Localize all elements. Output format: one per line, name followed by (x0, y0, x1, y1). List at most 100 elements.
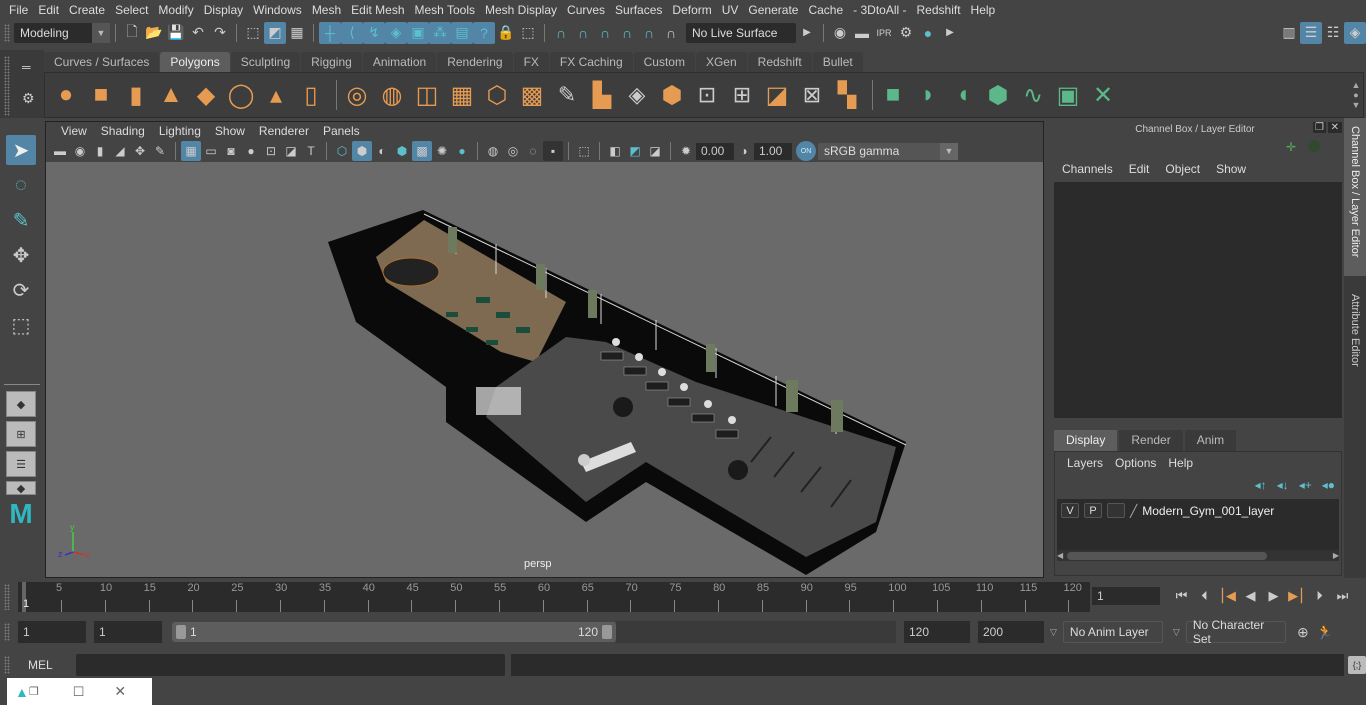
animation-preferences-icon[interactable]: 🏃 (1314, 621, 1336, 643)
layer-menu-help[interactable]: Help (1162, 456, 1199, 470)
snap-vertex-icon[interactable]: ⁂ (429, 21, 451, 44)
new-scene-icon[interactable]: 🗋 (121, 22, 143, 44)
grease-pencil-icon[interactable]: ✎ (150, 141, 170, 161)
scroll-right-icon[interactable]: ▶ (1333, 551, 1339, 560)
screen-space-ao-icon[interactable]: ◍ (483, 141, 503, 161)
display-type-toggle[interactable] (1107, 503, 1125, 518)
fill-hole-icon[interactable]: ▚ (832, 79, 862, 111)
poly-pyramid-icon[interactable]: ▴ (261, 79, 291, 111)
isolate-select-icon[interactable]: ⬚ (574, 141, 594, 161)
exposure-icon[interactable]: ✹ (676, 141, 696, 161)
scroll-left-icon[interactable]: ◀ (1057, 551, 1063, 560)
xray-joints-icon[interactable]: ◩ (625, 141, 645, 161)
smooth-icon[interactable]: ▦ (447, 79, 477, 111)
tab-rendering[interactable]: Rendering (437, 52, 513, 73)
live-surface-field[interactable]: No Live Surface (686, 22, 796, 43)
viewport-menu-shading[interactable]: Shading (94, 124, 152, 138)
channel-box-toggle-icon[interactable]: ◈ (1344, 21, 1366, 44)
color-space-select[interactable]: sRGB gamma ▼ (818, 142, 958, 160)
scroll-up-icon[interactable]: ▲ (1352, 80, 1361, 90)
resolution-gate-icon[interactable]: ◙ (221, 141, 241, 161)
menu-curves[interactable]: Curves (562, 0, 610, 20)
safe-action-icon[interactable]: ◪ (281, 141, 301, 161)
grid-icon[interactable]: ▦ (181, 141, 201, 161)
single-pane-layout-icon[interactable]: ◆ (6, 391, 36, 417)
tab-bullet[interactable]: Bullet (812, 52, 863, 73)
layer-menu-options[interactable]: Options (1109, 456, 1162, 470)
xray-icon[interactable]: ◧ (605, 141, 625, 161)
wireframe-on-shaded-icon[interactable]: ⬢ (392, 141, 412, 161)
select-hierarchy-icon[interactable]: ⬚ (242, 22, 264, 44)
layer-menu-layers[interactable]: Layers (1061, 456, 1109, 470)
bridge-icon[interactable]: ◈ (622, 79, 652, 111)
magnet-vertex-icon[interactable]: ∩ (616, 22, 638, 44)
grip-handle[interactable] (4, 56, 10, 116)
motion-blur-icon[interactable]: ◎ (503, 141, 523, 161)
restore-icon[interactable]: ❐ (29, 685, 39, 698)
undo-icon[interactable]: ↶ (187, 22, 209, 44)
combine-icon[interactable]: ◎ (342, 79, 372, 111)
menu-edit[interactable]: Edit (33, 0, 64, 20)
insert-edge-loop-icon[interactable]: ⊡ (692, 79, 722, 111)
gear-icon[interactable]: ⚙ (22, 90, 35, 107)
viewport-menu-view[interactable]: View (54, 124, 94, 138)
close-icon[interactable]: ✕ (1327, 122, 1342, 133)
spherical-uv-icon[interactable]: ◖ (948, 79, 978, 111)
layer-row[interactable]: V P ╱ Modern_Gym_001_layer (1057, 499, 1339, 522)
tab-rigging[interactable]: Rigging (301, 52, 362, 73)
grip-handle[interactable] (4, 23, 10, 42)
tab-attribute-editor[interactable]: Attribute Editor (1344, 286, 1366, 386)
contour-uv-icon[interactable]: ∿ (1018, 79, 1048, 111)
redo-icon[interactable]: ↷ (209, 22, 231, 44)
channel-menu-object[interactable]: Object (1157, 162, 1208, 176)
tab-xgen[interactable]: XGen (695, 52, 747, 73)
character-set-select[interactable]: No Character Set (1185, 618, 1286, 646)
shelf-menu-icon[interactable]: ═ (22, 60, 31, 74)
render-frame-icon[interactable]: ▬ (851, 22, 873, 44)
playback-start-field[interactable]: 1 (94, 621, 162, 643)
maya-app-icon[interactable]: ▲ (15, 684, 29, 700)
shelf-scroll[interactable]: ▲ ● ▼ (1349, 80, 1363, 110)
smooth-shade-icon[interactable]: ⬢ (352, 141, 372, 161)
playback-end-field[interactable]: 120 (904, 621, 970, 643)
gamma-field[interactable]: 1.00 (754, 142, 792, 160)
menu-help[interactable]: Help (966, 0, 1001, 20)
separate-icon[interactable]: ◍ (377, 79, 407, 111)
poly-cylinder-icon[interactable]: ▮ (121, 79, 151, 111)
tab-fx-caching[interactable]: FX Caching (549, 52, 633, 73)
select-tool-icon[interactable]: ➤ (6, 135, 36, 165)
viewport-menu-renderer[interactable]: Renderer (252, 124, 316, 138)
viewport-menu-show[interactable]: Show (208, 124, 252, 138)
reduce-icon[interactable]: ▩ (517, 79, 547, 111)
lasso-tool-icon[interactable]: ◌ (6, 170, 36, 200)
magnet-grid-icon[interactable]: ∩ (550, 22, 572, 44)
persp-graph-layout-icon[interactable]: ◆ (6, 481, 36, 495)
menu-uv[interactable]: UV (717, 0, 744, 20)
bookmark-icon[interactable]: ▮ (90, 141, 110, 161)
range-slider[interactable]: 1 120 (172, 622, 616, 642)
menu-cache[interactable]: Cache (803, 0, 848, 20)
rotate-tool-icon[interactable]: ⟳ (6, 275, 36, 305)
field-chart-icon[interactable]: ⊡ (261, 141, 281, 161)
target-weld-icon[interactable]: ⊠ (797, 79, 827, 111)
snap-live-icon[interactable]: ▣ (407, 21, 429, 44)
xray-components-icon[interactable]: ◪ (645, 141, 665, 161)
tab-render[interactable]: Render (1119, 430, 1183, 451)
menu-modify[interactable]: Modify (153, 0, 198, 20)
layer-scrollbar[interactable]: ◀ ▶ (1057, 550, 1339, 561)
playback-toggle[interactable]: P (1084, 503, 1102, 518)
poly-torus-icon[interactable]: ◯ (226, 79, 256, 111)
chevron-right-icon[interactable]: ▶ (939, 22, 961, 44)
select-object-icon[interactable]: ◩ (264, 21, 286, 44)
tab-curves-surfaces[interactable]: Curves / Surfaces (44, 52, 160, 73)
ipr-render-icon[interactable]: IPR (873, 22, 895, 44)
film-gate-icon[interactable]: ▭ (201, 141, 221, 161)
axis-manipulator-icon[interactable]: ✛ (1286, 140, 1296, 154)
wireframe-icon[interactable]: ⬡ (332, 141, 352, 161)
uv-editor-icon[interactable]: ▣ (1053, 79, 1083, 111)
image-plane-icon[interactable]: ◢ (110, 141, 130, 161)
menu-surfaces[interactable]: Surfaces (610, 0, 667, 20)
extrude-icon[interactable]: ▙ (587, 79, 617, 111)
tab-sculpting[interactable]: Sculpting (230, 52, 301, 73)
camera-icon[interactable]: ▬ (50, 141, 70, 161)
